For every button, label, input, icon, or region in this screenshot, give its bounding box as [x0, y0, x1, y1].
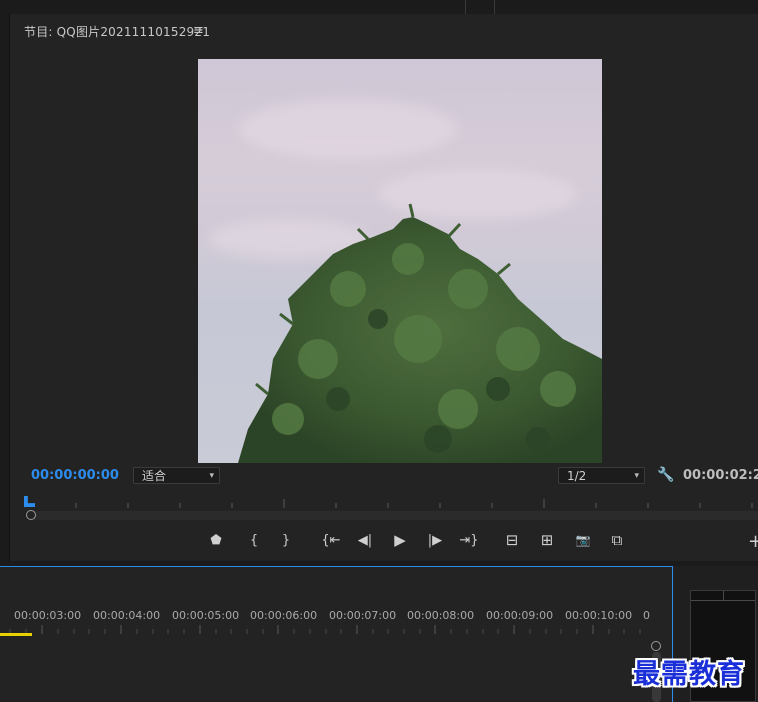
go-to-out-button[interactable]: ⇥}: [457, 530, 481, 550]
camera-icon: 📷: [575, 533, 591, 547]
monitor-scroll-track[interactable]: [30, 511, 758, 520]
add-marker-button[interactable]: ⬟: [204, 530, 228, 550]
comparison-view-icon: ⧉: [611, 531, 623, 549]
play-icon: ▶: [394, 531, 406, 549]
step-forward-button[interactable]: |▶: [423, 530, 447, 550]
watermark-text: 最需教育: [633, 659, 745, 690]
ruler-label: 00:00:05:00: [172, 609, 240, 622]
chevron-down-icon: ▾: [209, 471, 214, 481]
step-back-button[interactable]: ◀|: [353, 530, 377, 550]
ruler-label: 00:00:03:00: [14, 609, 82, 622]
ruler-label: 00:00:09:00: [486, 609, 554, 622]
wrench-icon[interactable]: 🔧: [657, 467, 674, 483]
step-back-icon: ◀|: [357, 532, 373, 548]
current-timecode[interactable]: 00:00:00:00: [31, 468, 119, 483]
step-forward-icon: |▶: [427, 532, 443, 548]
lift-button[interactable]: ⊟: [500, 530, 524, 550]
ruler-label: 00:00:04:00: [93, 609, 161, 622]
meter-divider: [723, 591, 724, 600]
top-panel-strip: [0, 0, 758, 14]
zoom-level-value: 适合: [142, 469, 167, 483]
extract-icon: ⊞: [540, 531, 554, 549]
work-area-bar[interactable]: [0, 633, 32, 636]
mark-in-button[interactable]: {: [242, 530, 266, 550]
add-marker-icon: ⬟: [210, 532, 222, 548]
go-to-out-icon: ⇥}: [459, 532, 479, 548]
mark-out-icon: }: [281, 532, 291, 548]
left-panel-gutter: [0, 14, 10, 561]
resolution-value: 1/2: [567, 469, 587, 483]
hamburger-menu-icon[interactable]: ≡: [193, 23, 204, 38]
go-to-in-icon: {⇤: [321, 532, 341, 548]
mark-in-icon: {: [249, 532, 259, 548]
timeline-zoom-handle[interactable]: [651, 641, 661, 651]
play-button[interactable]: ▶: [388, 530, 412, 550]
extract-button[interactable]: ⊞: [535, 530, 559, 550]
export-frame-button[interactable]: 📷: [571, 530, 595, 550]
duration-timecode: 00:00:02:22: [683, 468, 758, 483]
panel-title[interactable]: 节目: QQ图片20211110152921: [24, 23, 210, 40]
button-editor-plus[interactable]: +: [748, 531, 758, 552]
tree-image: [238, 203, 602, 463]
ruler-label: 00:00:07:00: [329, 609, 397, 622]
comparison-view-button[interactable]: ⧉: [605, 530, 629, 550]
ruler-label: 00:00:06:00: [250, 609, 318, 622]
chevron-down-icon: ▾: [634, 471, 639, 481]
ruler-label: 00:00:08:00: [407, 609, 475, 622]
zoom-handle[interactable]: [26, 510, 36, 520]
mark-out-button[interactable]: }: [274, 530, 298, 550]
ruler-label: 00:00:10:00: [565, 609, 633, 622]
ruler-label: 0: [643, 609, 650, 622]
panel-divider: [494, 0, 495, 14]
video-preview: [198, 59, 602, 463]
go-to-in-button[interactable]: {⇤: [319, 530, 343, 550]
plus-icon: +: [748, 531, 758, 552]
playback-resolution-dropdown[interactable]: 1/2 ▾: [558, 467, 645, 484]
zoom-level-dropdown[interactable]: 适合 ▾: [133, 467, 220, 484]
panel-divider: [465, 0, 466, 14]
lift-icon: ⊟: [505, 531, 519, 549]
